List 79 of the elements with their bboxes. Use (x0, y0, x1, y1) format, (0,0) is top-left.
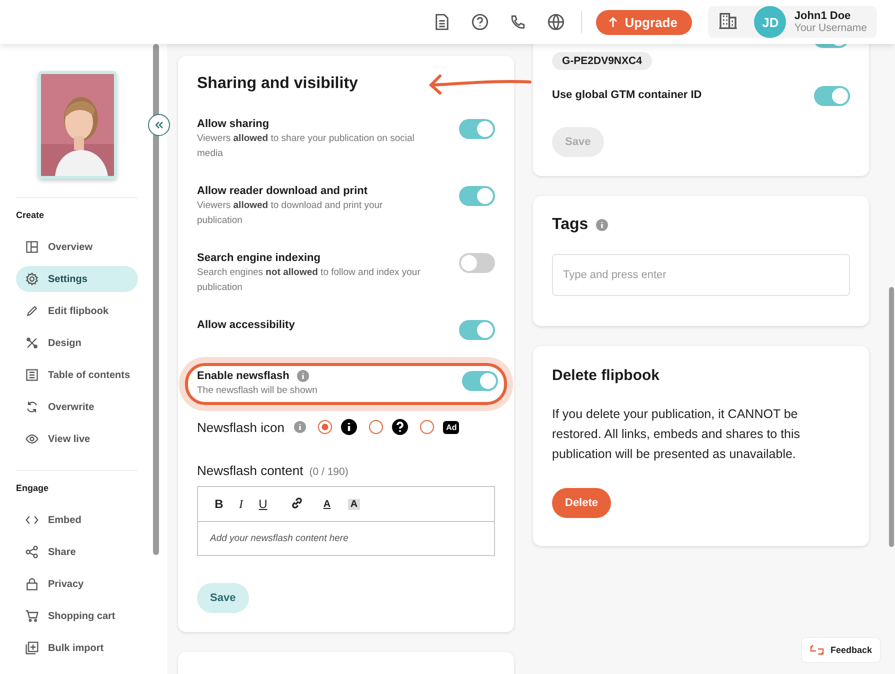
setting-description: The newsflash will be shown (197, 384, 318, 398)
ad-icon: Ad (443, 420, 460, 434)
radio-button[interactable] (318, 420, 332, 434)
field-label: Newsflash icon (197, 420, 284, 434)
setting-description: Search engines not allowed to follow and index your publication (197, 266, 422, 295)
setting-description: Viewers allowed to share your publication on social media (197, 132, 416, 161)
toggle-switch[interactable] (459, 320, 495, 340)
setting-title: Allow reader download and print (197, 184, 368, 198)
toggle-switch[interactable] (459, 119, 495, 139)
nav-item[interactable]: Settings (16, 266, 138, 292)
card-title: Delete flipbook (552, 367, 661, 384)
info-icon (341, 419, 358, 435)
toggle-switch[interactable] (462, 371, 498, 391)
feedback-button[interactable]: Feedback (801, 637, 881, 663)
warning-text: If you delete your publication, it CANNOT be restored. All links, embeds and shares to this publication will be presented as unavailable. (552, 406, 802, 463)
nav-item[interactable]: Table of contents (16, 362, 138, 388)
toggle-switch[interactable] (814, 86, 850, 106)
container-id-chip: G-PE2DV9NXC4 (552, 52, 652, 70)
text-color-button[interactable]: A (316, 498, 338, 510)
setting-title: Use global GTM container ID (552, 89, 702, 101)
section-heading: Engage (16, 483, 50, 493)
help-icon (470, 13, 489, 31)
lock-icon (25, 577, 39, 591)
info-icon (596, 219, 608, 231)
settings-icon (25, 272, 39, 286)
setting-title: Search engine indexing (197, 251, 320, 265)
character-counter: (0 / 190) (309, 466, 348, 478)
underline-button[interactable]: U (252, 497, 274, 511)
username-label: Your Username (794, 22, 867, 34)
list-icon (25, 368, 39, 382)
user-name: John1 Doe (794, 10, 852, 22)
toggle-switch[interactable] (459, 186, 495, 206)
radio-button[interactable] (420, 420, 434, 434)
arrow-up-icon (608, 16, 618, 28)
collapse-button[interactable] (148, 114, 170, 136)
nav-item[interactable]: Share (16, 539, 138, 565)
editor-placeholder: Add your newsflash content here (208, 532, 350, 546)
question-icon (392, 419, 408, 435)
tags-field[interactable]: Type and press enter (552, 254, 850, 296)
info-icon (294, 421, 306, 433)
setting-description: Viewers allowed to download and print your publication (197, 199, 384, 228)
layout-icon (25, 240, 39, 254)
card-title: Sharing and visibility (197, 75, 359, 93)
setting-title: Enable newsflash (197, 369, 290, 383)
tools-icon (25, 336, 39, 350)
scrollbar[interactable] (889, 287, 894, 547)
setting-title: Allow accessibility (197, 318, 295, 332)
field-label: Newsflash content (197, 463, 304, 478)
nav-item[interactable]: Bulk import (16, 635, 138, 661)
chevrons-left-icon (154, 120, 164, 130)
section-heading: Create (16, 210, 46, 220)
globe-icon (546, 13, 565, 31)
refresh-icon (25, 400, 39, 414)
text-editor[interactable]: B I U A A Add your newsflash content here (197, 486, 495, 556)
link-icon (291, 496, 303, 508)
nav-item[interactable]: Overview (16, 234, 138, 260)
toggle-switch[interactable] (459, 253, 495, 273)
document-icon (432, 13, 451, 31)
highlight-color-button[interactable]: A (348, 498, 360, 510)
cart-icon (25, 609, 39, 623)
save-button[interactable]: Save (197, 583, 249, 613)
nav-item[interactable]: Privacy (16, 571, 138, 597)
radio-button[interactable] (369, 420, 384, 434)
nav-item[interactable]: Overwrite (16, 394, 138, 420)
bold-button[interactable]: B (208, 497, 230, 511)
eye-icon (25, 432, 39, 446)
card-title: Tags (552, 218, 588, 232)
italic-button[interactable]: I (230, 496, 252, 512)
nav-item[interactable]: Shopping cart (16, 603, 138, 629)
nav-item[interactable]: Edit flipbook (16, 298, 138, 324)
pencil-icon (25, 304, 39, 318)
setting-title: Allow sharing (197, 117, 270, 131)
phone-icon (509, 14, 526, 30)
nav-item[interactable]: Embed (16, 507, 138, 533)
nav-item[interactable]: View live (16, 426, 138, 452)
scrollbar[interactable] (153, 44, 159, 555)
nav-item[interactable]: Design (16, 330, 138, 356)
share-icon (25, 545, 39, 559)
import-icon (25, 641, 39, 655)
